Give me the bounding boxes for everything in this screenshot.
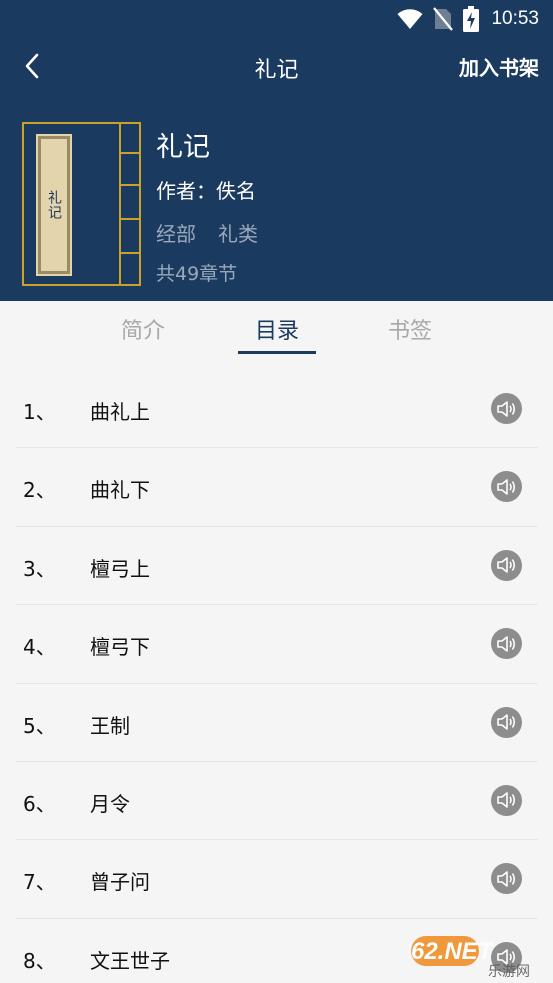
chapter-title: 曾子问: [90, 870, 150, 895]
play-audio-button[interactable]: [491, 393, 522, 424]
chapter-number: 7、: [23, 870, 56, 895]
status-bar: 10:53: [0, 0, 553, 38]
tab-bookmarks[interactable]: 书签: [370, 313, 450, 345]
speaker-icon: [496, 557, 515, 574]
chapter-title: 檀弓上: [90, 556, 150, 581]
chapter-list: 1、 曲礼上 2、 曲礼下 3、 檀弓上 4、 檀弓下 5、 王制 6、 月令: [16, 370, 538, 983]
battery-charging-icon: [463, 6, 480, 32]
chapter-title: 月令: [90, 791, 130, 816]
book-tags: 经部 礼类: [156, 218, 258, 247]
chapter-row[interactable]: 7、 曾子问: [16, 840, 538, 919]
chapter-row[interactable]: 6、 月令: [16, 762, 538, 841]
cover-title-text: 礼记: [46, 190, 62, 220]
speaker-icon: [496, 871, 515, 887]
chapter-row[interactable]: 4、 檀弓下: [16, 605, 538, 684]
chapter-title: 曲礼上: [90, 400, 150, 424]
speaker-icon: [496, 400, 515, 417]
book-tag: 经部: [156, 222, 196, 246]
wifi-icon: [397, 9, 423, 29]
chapter-count: 共49章节: [156, 263, 238, 285]
play-audio-button[interactable]: [491, 628, 522, 660]
chapter-title: 文王世子: [90, 948, 170, 973]
active-tab-indicator: [238, 351, 316, 354]
chapter-title: 王制: [90, 713, 130, 738]
tab-bar: 简介 目录 书签: [0, 301, 553, 357]
play-audio-button[interactable]: [491, 784, 522, 816]
tab-contents[interactable]: 目录: [237, 313, 317, 345]
book-cover: 礼记: [22, 122, 141, 286]
play-audio-button[interactable]: [491, 471, 522, 503]
speaker-icon: [496, 635, 515, 652]
chapter-row[interactable]: 3、 檀弓上: [16, 527, 538, 606]
status-icons: 10:53: [397, 6, 539, 32]
chapter-number: 6、: [23, 791, 56, 816]
add-to-shelf-button[interactable]: 加入书架: [459, 52, 539, 81]
tab-intro[interactable]: 简介: [103, 313, 183, 345]
chapter-number: 8、: [23, 948, 56, 973]
speaker-icon: [496, 714, 515, 730]
play-audio-button[interactable]: [491, 706, 522, 738]
chapter-title: 曲礼下: [90, 478, 150, 503]
chapter-row[interactable]: 1、 曲礼上: [16, 370, 538, 449]
book-author: 作者：佚名: [156, 179, 256, 203]
status-time: 10:53: [491, 8, 539, 29]
speaker-icon: [496, 949, 515, 966]
cover-binding: [119, 124, 139, 284]
book-tag: 礼类: [218, 222, 258, 246]
chapter-row[interactable]: 2、 曲礼下: [16, 448, 538, 527]
play-audio-button[interactable]: [491, 549, 522, 581]
chapter-row[interactable]: 5、 王制: [16, 684, 538, 762]
book-header: 10:53 礼记 加入书架 礼记 礼记 作者：佚名 经部 礼类 共49章节: [0, 0, 553, 301]
speaker-icon: [496, 479, 515, 495]
chapter-number: 3、: [23, 556, 56, 581]
no-sim-icon: [433, 7, 454, 31]
chapter-number: 2、: [23, 478, 56, 503]
speaker-icon: [496, 792, 515, 809]
cover-title-label: 礼记: [38, 136, 70, 274]
play-audio-button[interactable]: [491, 941, 522, 973]
chapter-title: 檀弓下: [90, 635, 150, 660]
chapter-row[interactable]: 8、 文王世子: [16, 919, 538, 983]
chapter-number: 4、: [23, 635, 56, 660]
chapter-number: 5、: [23, 713, 56, 738]
chapter-number: 1、: [23, 400, 56, 424]
book-title: 礼记: [156, 132, 210, 163]
play-audio-button[interactable]: [491, 863, 522, 895]
top-nav-bar: 礼记 加入书架: [0, 40, 553, 94]
